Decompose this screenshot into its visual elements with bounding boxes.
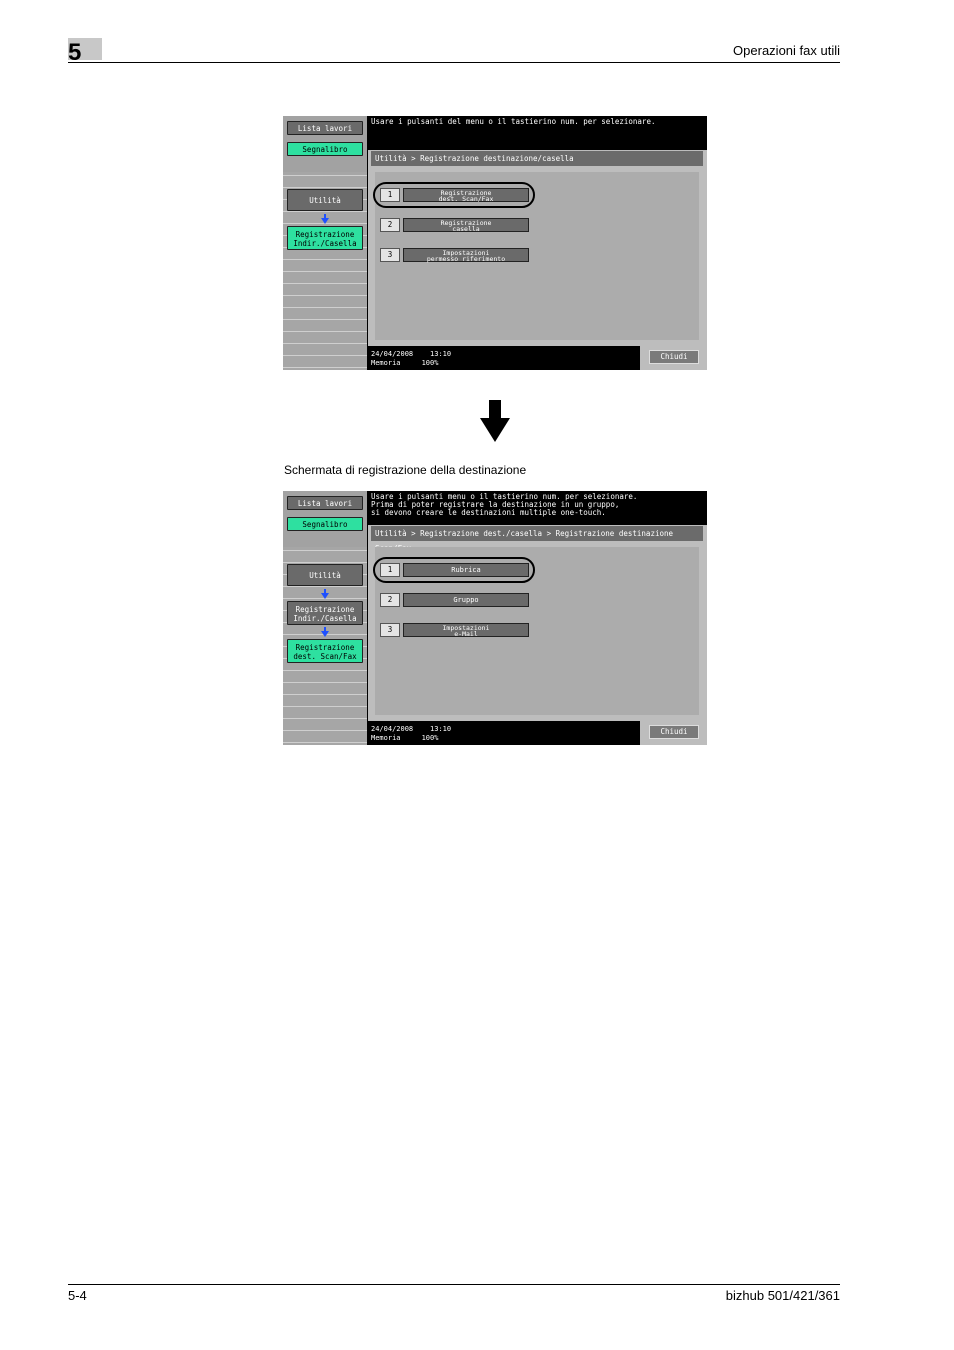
job-list-button[interactable]: Lista lavori	[287, 496, 363, 510]
instruction-message: Usare i pulsanti menu o il tastierino nu…	[371, 493, 705, 517]
memory-value: 100%	[421, 734, 439, 742]
blue-down-arrow-icon	[321, 214, 329, 224]
footer-divider	[68, 1284, 840, 1285]
option-number: 2	[380, 593, 400, 607]
option-number: 3	[380, 623, 400, 637]
address-box-step-button[interactable]: Registrazione Indir./Casella	[287, 601, 363, 625]
option-line-2: permesso riferimento	[426, 255, 506, 263]
memory-label: Memoria	[371, 359, 401, 367]
option-number: 1	[380, 563, 400, 577]
close-button[interactable]: Chiudi	[649, 350, 699, 364]
option-line-2: casella	[452, 225, 480, 233]
memory-value: 100%	[421, 359, 439, 367]
utility-step-button[interactable]: Utilità	[287, 189, 363, 211]
section-title: Operazioni fax utili	[733, 43, 840, 58]
dest-scan-fax-step-button[interactable]: Registrazione dest. Scan/Fax	[287, 639, 363, 663]
option-line-2: dest. Scan/Fax	[438, 195, 494, 203]
option-line-2: e-Mail	[454, 630, 478, 638]
job-list-button[interactable]: Lista lavori	[287, 121, 363, 135]
step-line-2: Indir./Casella	[293, 614, 357, 623]
group-button[interactable]: Gruppo	[403, 593, 529, 607]
reference-permission-button[interactable]: Impostazioni permesso riferimento	[403, 248, 529, 262]
panel-screen-2: Lista lavori Segnalibro Utilità Registra…	[283, 491, 707, 745]
time: 13:10	[430, 725, 452, 733]
header-divider	[68, 62, 840, 63]
box-registration-button[interactable]: Registrazione casella	[403, 218, 529, 232]
memory-label: Memoria	[371, 734, 401, 742]
option-number: 1	[380, 188, 400, 202]
option-number: 2	[380, 218, 400, 232]
time: 13:10	[430, 350, 452, 358]
status-readout: 24/04/2008 13:10 Memoria 100%	[371, 725, 451, 743]
blue-down-arrow-icon	[321, 627, 329, 637]
step-line-1: Registrazione	[295, 230, 355, 239]
page-number: 5-4	[68, 1288, 87, 1303]
step-line-1: Registrazione	[295, 605, 355, 614]
message-line: si devono creare le destinazioni multipl…	[371, 508, 606, 517]
blue-down-arrow-icon	[321, 589, 329, 599]
chapter-number: 5	[68, 39, 82, 66]
step-line-1: Registrazione	[295, 643, 355, 652]
address-box-step-button[interactable]: Registrazione Indir./Casella	[287, 226, 363, 250]
breadcrumb: Utilità > Registrazione destinazione/cas…	[371, 151, 703, 166]
product-name: bizhub 501/421/361	[725, 1288, 840, 1303]
bookmark-button[interactable]: Segnalibro	[287, 142, 363, 156]
instruction-message: Usare i pulsanti del menu o il tastierin…	[371, 117, 656, 126]
step-line-2: Indir./Casella	[293, 239, 357, 248]
close-button[interactable]: Chiudi	[649, 725, 699, 739]
email-settings-button[interactable]: Impostazioni e-Mail	[403, 623, 529, 637]
dest-scan-fax-button[interactable]: Registrazione dest. Scan/Fax	[403, 188, 529, 202]
address-book-button[interactable]: Rubrica	[403, 563, 529, 577]
status-readout: 24/04/2008 13:10 Memoria 100%	[371, 350, 451, 368]
date: 24/04/2008	[371, 725, 414, 733]
option-number: 3	[380, 248, 400, 262]
utility-step-button[interactable]: Utilità	[287, 564, 363, 586]
screen-caption: Schermata di registrazione della destina…	[284, 463, 527, 477]
step-line-2: dest. Scan/Fax	[293, 652, 357, 661]
panel-screen-1: Lista lavori Segnalibro Utilità Registra…	[283, 116, 707, 370]
date: 24/04/2008	[371, 350, 414, 358]
down-arrow-icon	[480, 400, 510, 442]
breadcrumb: Utilità > Registrazione dest./casella > …	[371, 526, 703, 553]
bookmark-button[interactable]: Segnalibro	[287, 517, 363, 531]
